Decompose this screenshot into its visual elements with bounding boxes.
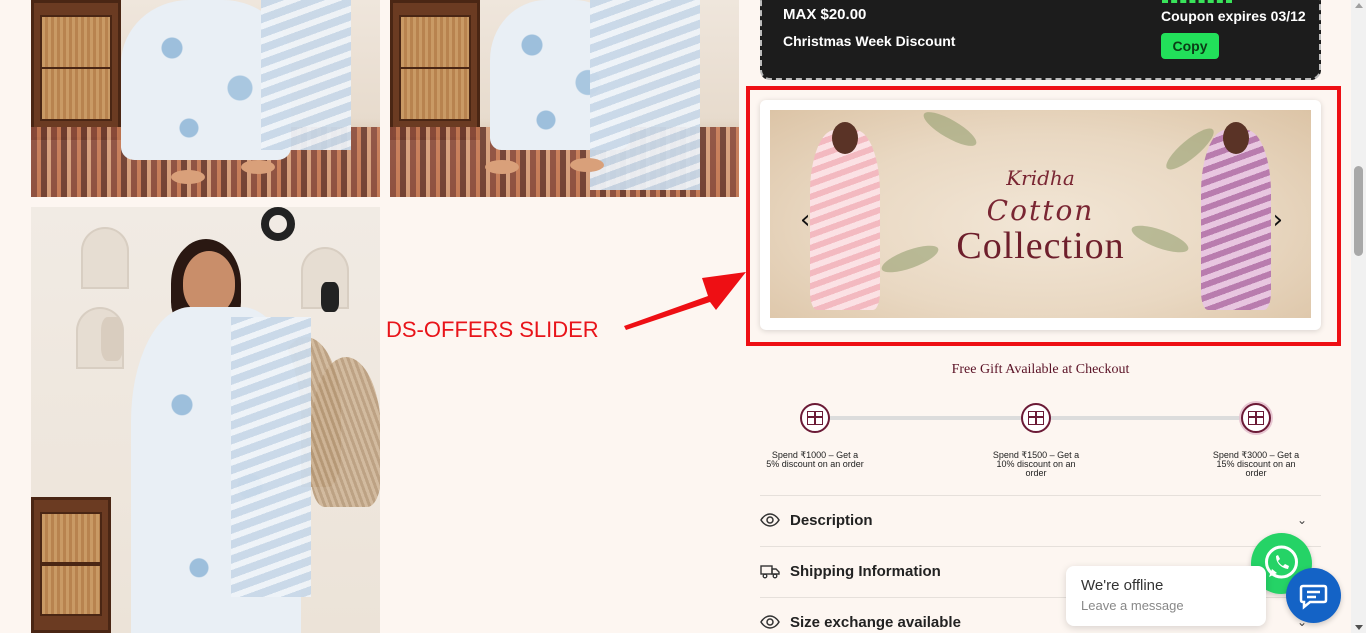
model-head — [1223, 122, 1249, 154]
foot — [171, 170, 205, 184]
offline-subtitle: Leave a message — [1081, 598, 1184, 613]
chat-bubble-icon — [1299, 584, 1328, 610]
gift-tier-label: Spend ₹1000 – Get a 5% discount on an or… — [766, 450, 864, 469]
offers-slider: Kridha Cotton Collection ‹ › — [760, 100, 1321, 330]
accordion-label: Size exchange available — [790, 614, 961, 631]
page-scrollbar[interactable] — [1351, 0, 1366, 633]
banner-script-text: Cotton — [986, 194, 1095, 227]
free-gift-title: Free Gift Available at Checkout — [951, 362, 1130, 377]
annotation-arrow — [624, 272, 746, 330]
gift-icon — [1028, 411, 1044, 425]
copy-coupon-button[interactable]: Copy — [1161, 33, 1219, 59]
chevron-down-icon: ⌄ — [1296, 513, 1307, 527]
gift-tier-icon — [1021, 403, 1051, 433]
annotation-label: DS-OFFERS SLIDER — [386, 317, 599, 342]
cabinet — [31, 0, 121, 140]
product-image-1[interactable] — [31, 0, 380, 197]
decor-ring — [261, 207, 295, 241]
wall-niche — [81, 227, 129, 289]
accordion-label: Shipping Information — [790, 563, 941, 580]
product-image-2[interactable] — [390, 0, 739, 197]
scrollbar-thumb[interactable] — [1354, 166, 1363, 256]
foot — [241, 160, 275, 174]
truck-icon — [760, 565, 780, 579]
cabinet-drawer — [40, 512, 102, 564]
cabinet-drawer — [40, 564, 102, 616]
eye-icon — [760, 513, 780, 527]
coupon-max-amount: MAX $20.00 — [783, 6, 867, 23]
dupatta — [261, 0, 351, 150]
product-image-3[interactable] — [31, 207, 380, 633]
model-head — [832, 122, 858, 154]
foot — [570, 158, 604, 172]
foot — [485, 160, 519, 174]
accordion-label: Description — [790, 512, 873, 529]
vase — [101, 317, 123, 361]
coupon-decoration — [1162, 0, 1232, 3]
cabinet-drawer — [40, 15, 112, 69]
coupon-expiry: Coupon expires 03/12 — [1161, 8, 1306, 24]
gift-tier-label: Spend ₹1500 – Get a 10% discount on an o… — [992, 450, 1080, 478]
eye-icon — [760, 615, 780, 629]
model-face — [183, 251, 235, 315]
banner-brand: Kridha — [1006, 166, 1075, 190]
coupon-name: Christmas Week Discount — [783, 33, 956, 49]
slider-prev-button[interactable]: ‹ — [800, 207, 810, 233]
leaf-decor — [919, 110, 981, 152]
slider-banner[interactable]: Kridha Cotton Collection ‹ › — [770, 110, 1311, 318]
vase — [321, 282, 339, 312]
dupatta — [590, 0, 700, 190]
pampas-decor — [311, 357, 380, 507]
cabinet — [390, 0, 480, 140]
chat-offline-card[interactable]: We're offline Leave a message — [1066, 566, 1266, 626]
cabinet-drawer — [40, 67, 112, 121]
cabinet-drawer — [399, 67, 471, 121]
banner-title: Collection — [956, 225, 1125, 267]
gift-icon — [1248, 411, 1264, 425]
gift-tier-label: Spend ₹3000 – Get a 15% discount on an o… — [1212, 450, 1300, 478]
offline-title: We're offline — [1081, 577, 1164, 594]
gift-icon — [807, 411, 823, 425]
cabinet — [31, 497, 111, 633]
gift-tier-icon — [1241, 403, 1271, 433]
gift-tier-icon — [800, 403, 830, 433]
scroll-down-icon[interactable] — [1355, 625, 1363, 630]
chat-button[interactable] — [1286, 568, 1341, 623]
cabinet-drawer — [399, 15, 471, 69]
slider-next-button[interactable]: › — [1273, 207, 1283, 233]
scroll-up-icon[interactable] — [1355, 3, 1363, 8]
dupatta — [231, 317, 311, 597]
coupon-card: MAX $20.00 Christmas Week Discount Coupo… — [760, 0, 1321, 80]
accordion-description[interactable]: Description ⌄ — [760, 495, 1321, 546]
